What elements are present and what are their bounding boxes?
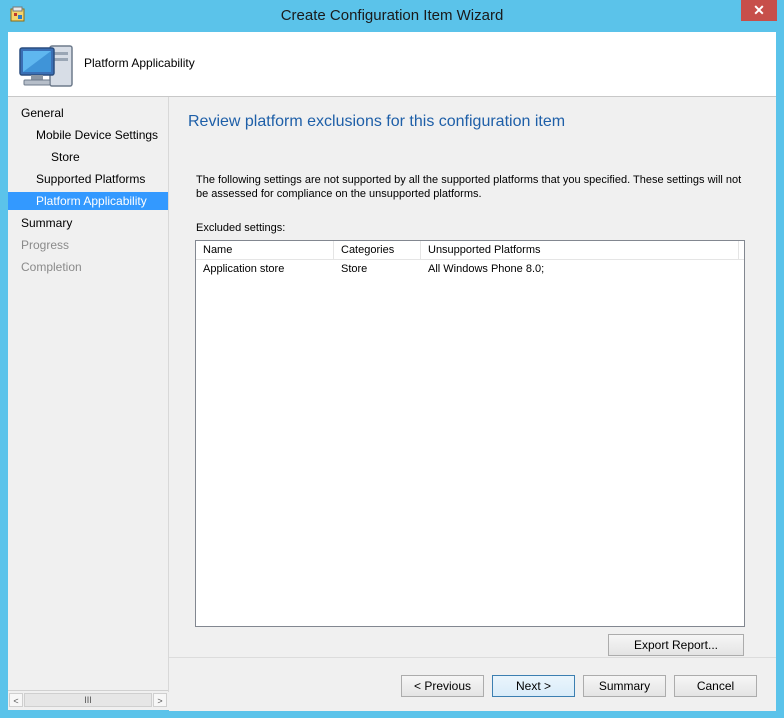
- list-header: Name Categories Unsupported Platforms: [196, 241, 744, 260]
- nav-item-supported-platforms[interactable]: Supported Platforms: [8, 170, 168, 188]
- scroll-left-button[interactable]: <: [9, 693, 23, 707]
- column-header-categories[interactable]: Categories: [334, 241, 421, 259]
- wizard-content: Review platform exclusions for this conf…: [169, 97, 776, 657]
- nav-item-general[interactable]: General: [8, 104, 168, 122]
- wizard-nav: General Mobile Device Settings Store Sup…: [8, 97, 169, 692]
- export-report-button[interactable]: Export Report...: [608, 634, 744, 656]
- nav-item-summary[interactable]: Summary: [8, 214, 168, 232]
- wizard-footer: < Previous Next > Summary Cancel: [169, 657, 776, 711]
- cell-name: Application store: [203, 263, 285, 275]
- page-title: Platform Applicability: [84, 56, 195, 70]
- nav-item-label: Summary: [21, 216, 73, 230]
- nav-item-completion: Completion: [8, 258, 168, 276]
- nav-item-mobile-device-settings[interactable]: Mobile Device Settings: [8, 126, 168, 144]
- nav-item-label: Completion: [21, 260, 82, 274]
- cancel-button[interactable]: Cancel: [674, 675, 757, 697]
- nav-item-platform-applicability[interactable]: Platform Applicability: [8, 192, 168, 210]
- computer-monitor-icon: [19, 45, 73, 87]
- next-button[interactable]: Next >: [492, 675, 575, 697]
- title-bar[interactable]: Create Configuration Item Wizard ✕: [0, 0, 784, 32]
- nav-item-store[interactable]: Store: [8, 148, 168, 166]
- nav-item-label: Store: [51, 150, 80, 164]
- nav-item-label: Platform Applicability: [36, 194, 147, 208]
- summary-button[interactable]: Summary: [583, 675, 666, 697]
- wizard-client-area: Platform Applicability General Mobile De…: [8, 32, 776, 711]
- table-row[interactable]: Application store Store All Windows Phon…: [196, 261, 744, 279]
- wizard-window: Create Configuration Item Wizard ✕ Platf…: [0, 0, 784, 718]
- nav-item-progress: Progress: [8, 236, 168, 254]
- scroll-right-button[interactable]: >: [153, 693, 167, 707]
- wizard-header: Platform Applicability: [8, 32, 776, 97]
- nav-item-label: Mobile Device Settings: [36, 128, 159, 142]
- scroll-thumb[interactable]: III: [24, 693, 152, 707]
- nav-item-label: Supported Platforms: [36, 172, 146, 186]
- nav-horizontal-scrollbar[interactable]: < III >: [8, 690, 168, 709]
- cell-categories: Store: [341, 263, 368, 275]
- column-header-unsupported-platforms[interactable]: Unsupported Platforms: [421, 241, 739, 259]
- window-title: Create Configuration Item Wizard: [280, 7, 504, 24]
- nav-item-label: Progress: [21, 238, 70, 252]
- excluded-settings-label: Excluded settings:: [196, 222, 286, 234]
- close-button[interactable]: ✕: [741, 0, 777, 21]
- column-header-name[interactable]: Name: [196, 241, 334, 259]
- excluded-settings-list[interactable]: Name Categories Unsupported Platforms Ap…: [195, 240, 745, 627]
- nav-item-label: General: [21, 106, 64, 120]
- content-heading: Review platform exclusions for this conf…: [188, 113, 566, 130]
- previous-button[interactable]: < Previous: [401, 675, 484, 697]
- cell-unsupported-platforms: All Windows Phone 8.0;: [428, 263, 545, 275]
- content-description: The following settings are not supported…: [196, 174, 742, 200]
